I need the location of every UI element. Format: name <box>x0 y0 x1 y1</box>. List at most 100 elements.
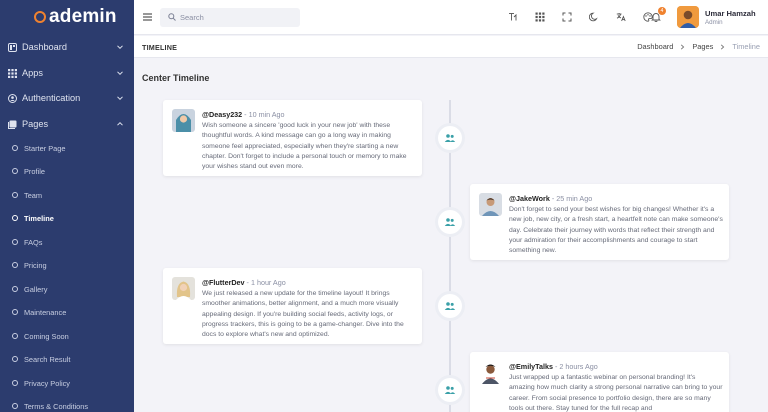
translate-text-icon[interactable] <box>508 12 518 22</box>
timeline-card: @FlutterDev - 1 hour Ago We just release… <box>163 268 422 344</box>
breadcrumb-dashboard[interactable]: Dashboard <box>637 42 673 51</box>
sidebar-subitem-pricing[interactable]: Pricing <box>0 255 134 275</box>
post-text: Don't forget to send your best wishes fo… <box>509 206 723 255</box>
sidebar-subitem-label: Privacy Policy <box>24 378 70 388</box>
chevron-right-icon <box>681 43 685 50</box>
bullet-icon <box>12 262 18 268</box>
sidebar-item-authentication[interactable]: Authentication <box>0 85 134 111</box>
sidebar-item-label: Apps <box>22 68 43 78</box>
bullet-icon <box>12 286 18 292</box>
sidebar-subitem-maintenance[interactable]: Maintenance <box>0 302 134 322</box>
notification-count-badge: 4 <box>658 7 666 15</box>
post-meta: @FlutterDev - 1 hour Ago <box>202 278 286 287</box>
sidebar-subitem-faqs[interactable]: FAQs <box>0 232 134 252</box>
sidebar-subitem-label: FAQs <box>24 237 43 247</box>
sidebar-subitem-team[interactable]: Team <box>0 185 134 205</box>
user-name: Umar Hamzah <box>705 9 756 18</box>
users-icon <box>444 134 456 142</box>
post-time: - 2 hours Ago <box>553 362 598 371</box>
hamburger-menu-icon[interactable] <box>143 13 152 21</box>
sidebar-subitem-coming-soon[interactable]: Coming Soon <box>0 326 134 346</box>
post-handle[interactable]: @Deasy232 <box>202 110 242 119</box>
user-circle-icon <box>8 93 17 103</box>
sidebar-subitem-label: Profile <box>24 166 45 176</box>
sidebar-subitem-label: Starter Page <box>24 143 66 153</box>
chevron-down-icon <box>117 96 123 101</box>
search-input[interactable] <box>180 11 290 24</box>
chevron-right-icon <box>721 43 725 50</box>
avatar <box>677 6 699 28</box>
sidebar-subitem-label: Gallery <box>24 284 48 294</box>
page-title: TIMELINE <box>142 43 178 52</box>
fullscreen-icon[interactable] <box>562 12 572 22</box>
bullet-icon <box>12 309 18 315</box>
sidebar: ademin Dashboard Apps Authentication Pag… <box>0 0 134 412</box>
section-title: Center Timeline <box>142 73 210 83</box>
sidebar-subitem-terms-conditions[interactable]: Terms & Conditions <box>0 396 134 412</box>
sidebar-subitem-label: Maintenance <box>24 307 67 317</box>
sidebar-subitem-label: Team <box>24 190 43 200</box>
post-meta: @Deasy232 - 10 min Ago <box>202 110 285 119</box>
sidebar-subitem-gallery[interactable]: Gallery <box>0 279 134 299</box>
logo-ring-icon <box>34 11 46 23</box>
post-text: Wish someone a sincere 'good luck in you… <box>202 122 407 171</box>
post-handle[interactable]: @JakeWork <box>509 194 550 203</box>
chevron-up-icon <box>117 121 123 126</box>
bullet-icon <box>12 333 18 339</box>
post-time: - 1 hour Ago <box>244 278 286 287</box>
users-icon <box>444 386 456 394</box>
breadcrumb-pages[interactable]: Pages <box>692 42 713 51</box>
users-icon <box>444 302 456 310</box>
apps-grid-icon[interactable] <box>535 12 545 22</box>
moon-icon[interactable] <box>589 12 599 22</box>
sidebar-item-pages[interactable]: Pages <box>0 111 134 137</box>
sidebar-subitem-search-result[interactable]: Search Result <box>0 349 134 369</box>
user-role: Admin <box>705 19 723 26</box>
timeline-card: @Deasy232 - 10 min Ago Wish someone a si… <box>163 100 422 176</box>
pages-icon <box>8 120 17 129</box>
sidebar-subitem-starter-page[interactable]: Starter Page <box>0 138 134 158</box>
post-meta: @EmilyTalks - 2 hours Ago <box>509 362 598 371</box>
search-box[interactable] <box>160 8 300 27</box>
timeline-card: @JakeWork - 25 min Ago Don't forget to s… <box>470 184 729 260</box>
post-handle[interactable]: @FlutterDev <box>202 278 245 287</box>
sidebar-subitem-label: Pricing <box>24 260 47 270</box>
brand-logo[interactable]: ademin <box>0 0 134 34</box>
bullet-icon <box>12 380 18 386</box>
sidebar-item-label: Dashboard <box>22 42 67 52</box>
breadcrumb-current: Timeline <box>732 42 760 51</box>
sidebar-subitem-label: Search Result <box>24 354 71 364</box>
sidebar-subitem-label: Terms & Conditions <box>24 401 89 411</box>
bullet-icon <box>12 145 18 151</box>
users-icon <box>444 218 456 226</box>
sidebar-subitem-timeline[interactable]: Timeline <box>0 208 134 228</box>
post-text: Just wrapped up a fantastic webinar on p… <box>509 374 723 412</box>
top-header: 4 Umar Hamzah Admin <box>134 0 768 35</box>
timeline-card: @EmilyTalks - 2 hours Ago Just wrapped u… <box>470 352 729 412</box>
user-menu[interactable]: Umar Hamzah Admin <box>677 6 768 30</box>
timeline-node <box>438 294 462 318</box>
sidebar-item-label: Pages <box>22 119 49 129</box>
post-time: - 10 min Ago <box>242 110 285 119</box>
timeline-node <box>438 210 462 234</box>
sidebar-subitem-label: Coming Soon <box>24 331 69 341</box>
page-header-bar: TIMELINE Dashboard Pages Timeline <box>134 36 768 58</box>
bullet-icon <box>12 403 18 409</box>
chevron-down-icon <box>117 71 123 76</box>
sidebar-item-dashboard[interactable]: Dashboard <box>0 34 134 60</box>
sidebar-item-apps[interactable]: Apps <box>0 60 134 86</box>
language-icon[interactable] <box>616 12 626 22</box>
dashboard-icon <box>8 42 17 52</box>
post-time: - 25 min Ago <box>549 194 593 203</box>
timeline-node <box>438 126 462 150</box>
post-handle[interactable]: @EmilyTalks <box>509 362 553 371</box>
sidebar-subitem-profile[interactable]: Profile <box>0 161 134 181</box>
bullet-icon <box>12 168 18 174</box>
bullet-icon <box>12 215 18 221</box>
sidebar-subitem-privacy-policy[interactable]: Privacy Policy <box>0 373 134 393</box>
timeline-node <box>438 378 462 402</box>
chevron-down-icon <box>117 45 123 50</box>
bullet-icon <box>12 356 18 362</box>
sidebar-subitem-label: Timeline <box>24 213 54 223</box>
avatar <box>172 109 195 132</box>
